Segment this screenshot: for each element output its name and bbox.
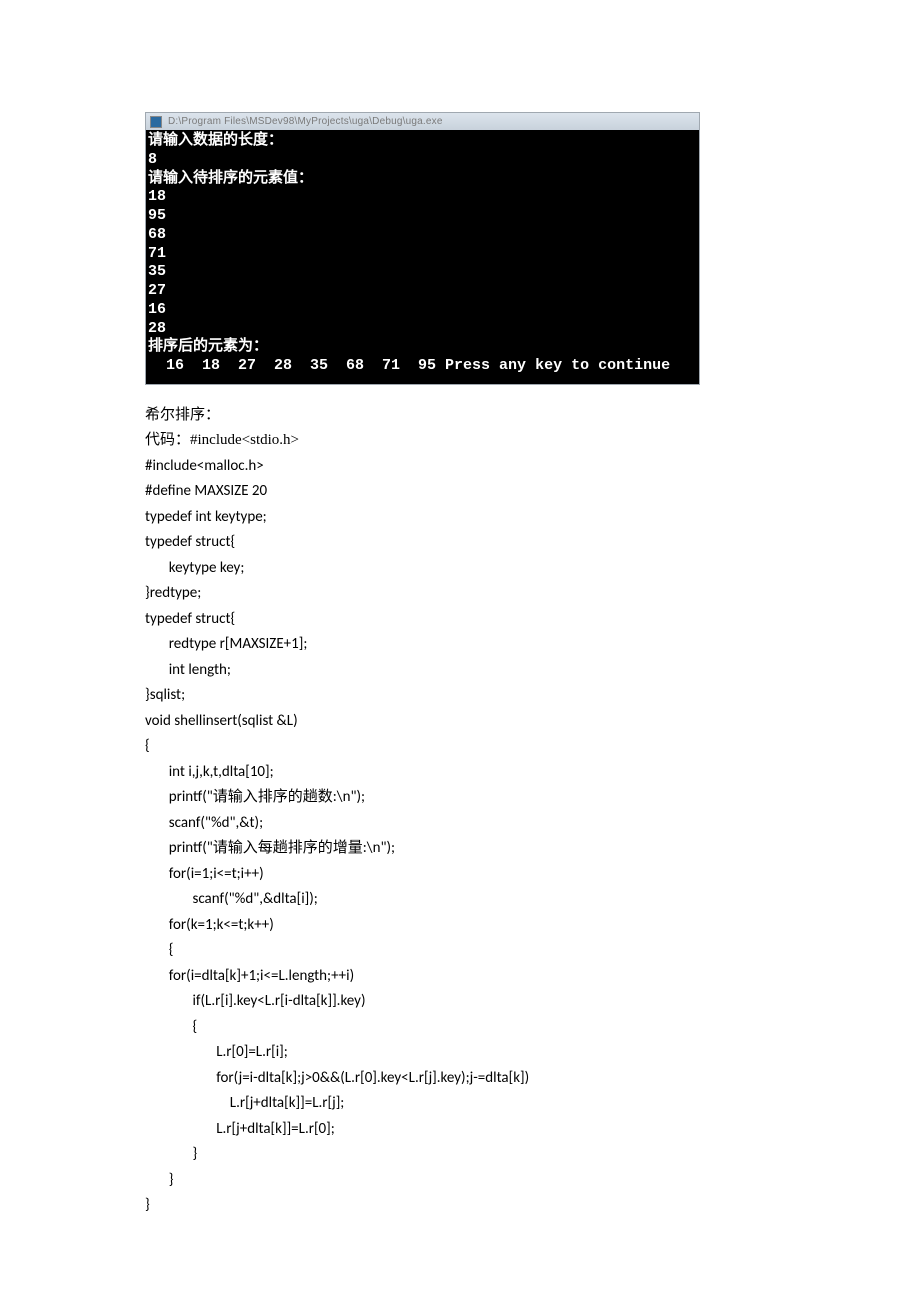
code-block: #include<malloc.h> #define MAXSIZE 20 ty… [145, 454, 775, 1219]
app-icon [150, 116, 162, 128]
section-title: 希尔排序： [145, 403, 775, 429]
console-output: 请输入数据的长度： 8 请输入待排序的元素值： 18 95 68 71 35 2… [145, 130, 700, 385]
console-window: D:\Program Files\MSDev98\MyProjects\uga\… [145, 112, 700, 385]
code-intro-line: 代码：#include<stdio.h> [145, 428, 775, 454]
console-titlebar: D:\Program Files\MSDev98\MyProjects\uga\… [145, 112, 700, 130]
titlebar-text: D:\Program Files\MSDev98\MyProjects\uga\… [168, 116, 443, 127]
